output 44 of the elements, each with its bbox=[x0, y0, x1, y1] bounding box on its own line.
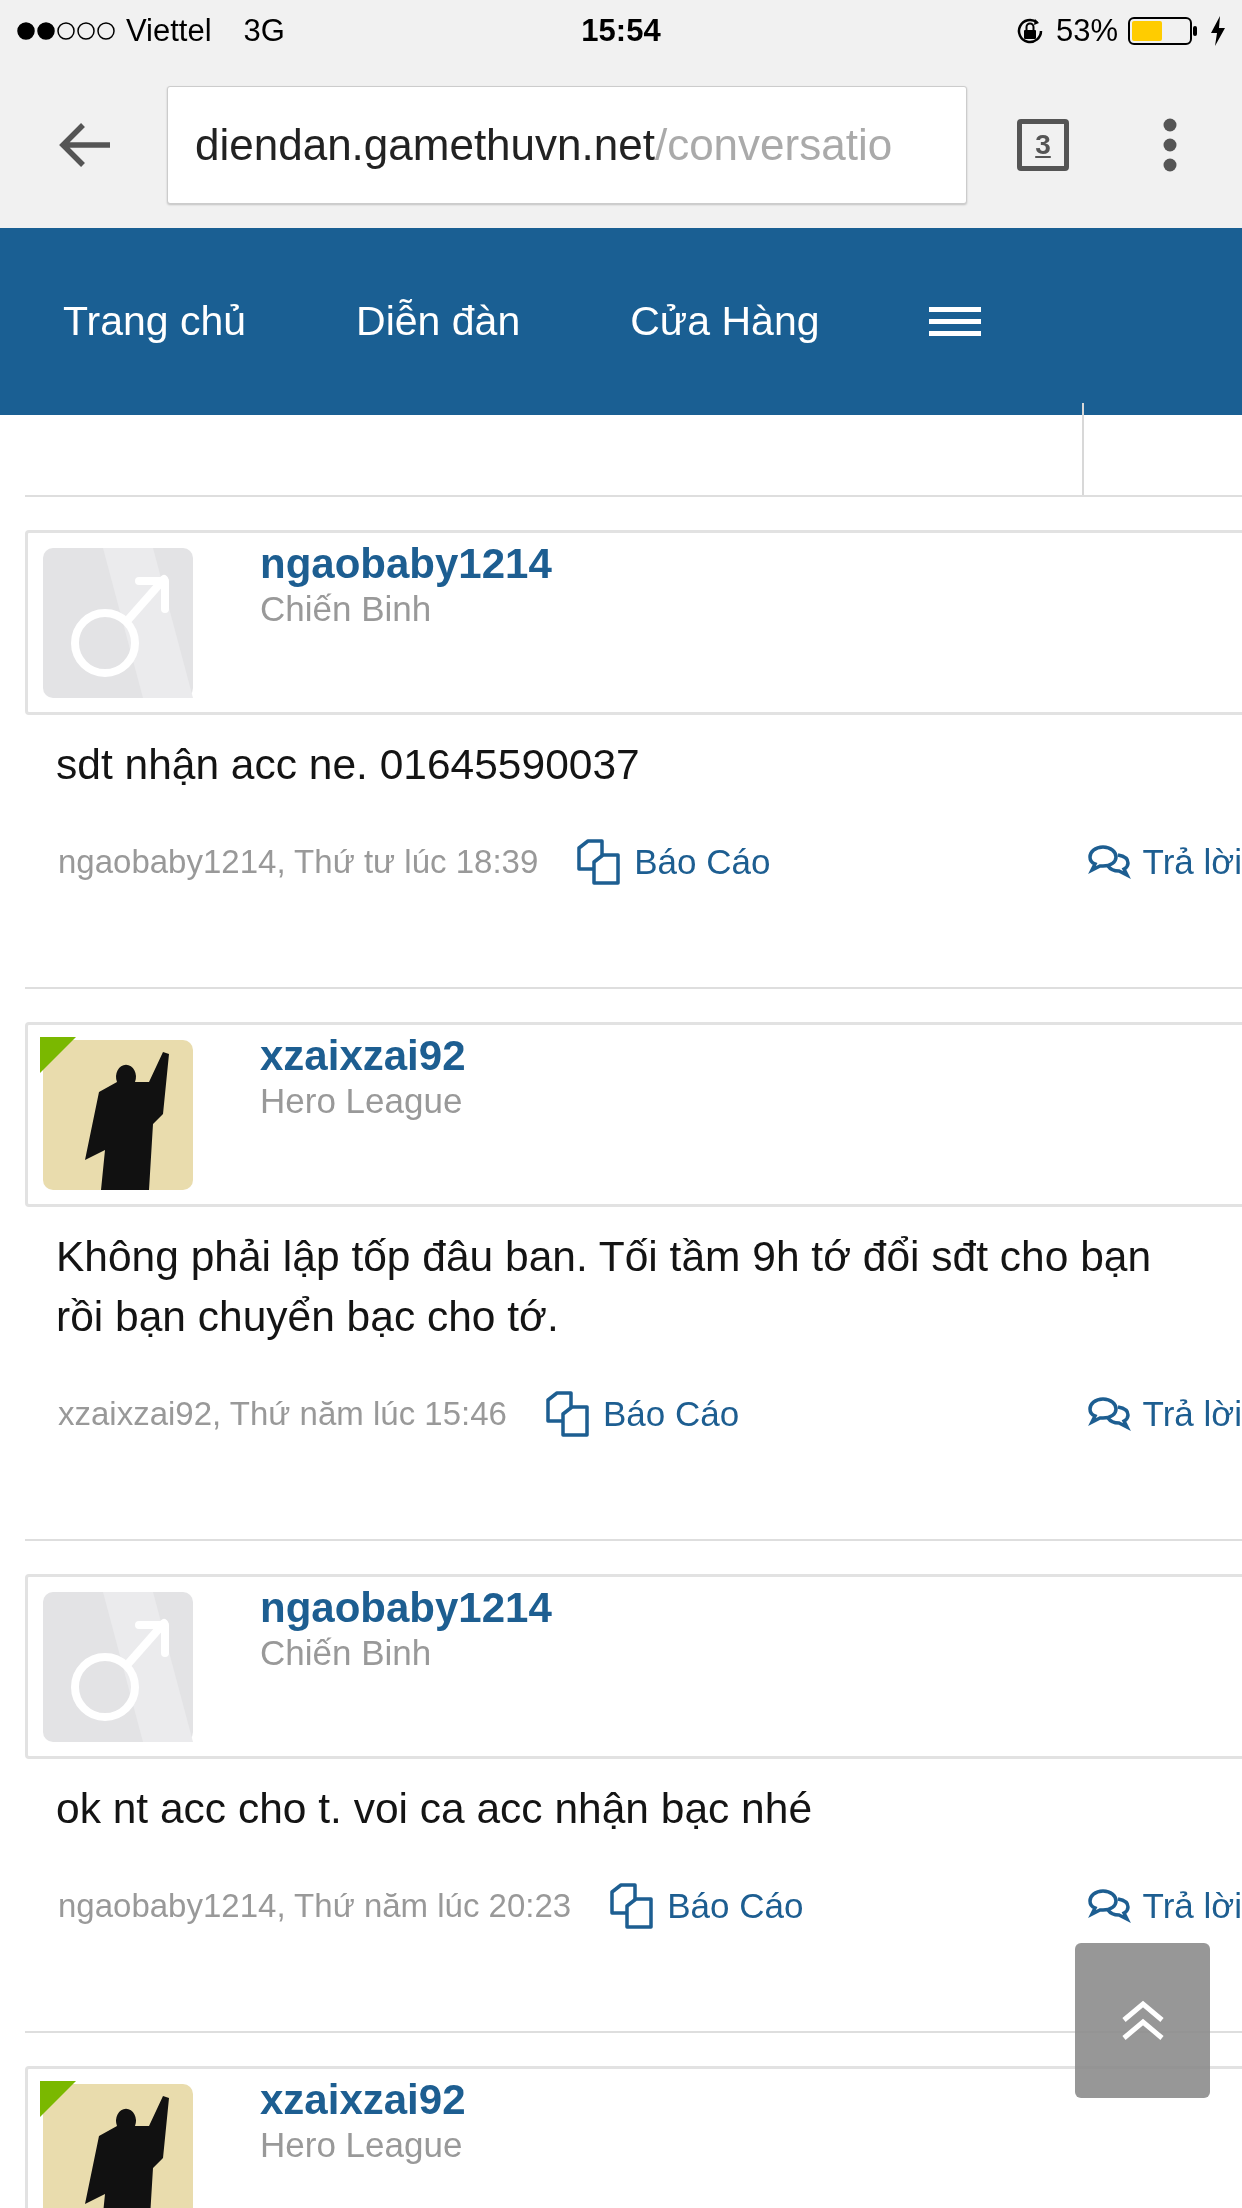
speech-bubbles-icon bbox=[1086, 844, 1131, 880]
username-link[interactable]: ngaobaby1214 bbox=[260, 1584, 552, 1632]
documents-icon bbox=[609, 1883, 656, 1929]
reply-link[interactable]: Trả lời bbox=[1142, 842, 1242, 882]
user-rank: Chiến Binh bbox=[260, 1632, 433, 1674]
message-text: ok nt acc cho t. voi ca acc nhận bạc nhé bbox=[56, 1784, 813, 1834]
menu-icon[interactable] bbox=[929, 306, 982, 337]
user-rank: Chiến Binh bbox=[260, 588, 433, 630]
username-link[interactable]: xzaixzai92 bbox=[260, 2076, 466, 2124]
report-link[interactable]: Báo Cáo bbox=[667, 1886, 804, 1926]
report-link[interactable]: Báo Cáo bbox=[634, 842, 771, 882]
post-meta: xzaixzai92, Thứ năm lúc 15:46 bbox=[58, 1395, 507, 1433]
nav-link[interactable]: Diễn đàn bbox=[356, 298, 521, 345]
speech-bubbles-icon bbox=[1086, 1888, 1131, 1924]
message-text: Không phải lập tốp đâu ban. Tối tầm 9h tớ đổi sđt cho bạn rồi bạn chuyển bạc cho tớ. bbox=[56, 1232, 1153, 1342]
documents-icon bbox=[576, 839, 623, 885]
carrier-name: Viettel bbox=[126, 13, 212, 49]
nav-link[interactable]: Cửa Hàng bbox=[630, 298, 820, 345]
reply-link[interactable]: Trả lời bbox=[1142, 1886, 1242, 1926]
post-meta: ngaobaby1214, Thứ năm lúc 20:23 bbox=[58, 1887, 572, 1925]
scroll-top-button[interactable] bbox=[1075, 1943, 1210, 2098]
clock-time: 15:54 bbox=[581, 13, 661, 49]
message-text: sdt nhận acc ne. 01645590037 bbox=[56, 740, 641, 790]
user-rank: Hero League bbox=[260, 1080, 464, 1122]
username-link[interactable]: ngaobaby1214 bbox=[260, 540, 552, 588]
reply-link[interactable]: Trả lời bbox=[1142, 1394, 1242, 1434]
network-type: 3G bbox=[243, 13, 285, 49]
post-meta: ngaobaby1214, Thứ tư lúc 18:39 bbox=[58, 843, 539, 881]
username-link[interactable]: xzaixzai92 bbox=[260, 1032, 466, 1080]
speech-bubbles-icon bbox=[1086, 1396, 1131, 1432]
battery-percent: 53% bbox=[1055, 13, 1118, 49]
address-bar[interactable]: diendan.gamethuvn.net/conversatio bbox=[167, 86, 967, 204]
back-arrow-icon[interactable] bbox=[58, 122, 112, 168]
nav-link[interactable]: Trang chủ bbox=[63, 298, 247, 345]
report-link[interactable]: Báo Cáo bbox=[602, 1394, 740, 1434]
signal-dots-icon bbox=[16, 21, 116, 41]
battery-icon bbox=[1128, 16, 1200, 46]
charging-bolt-icon bbox=[1210, 16, 1226, 46]
online-corner-marker bbox=[40, 2081, 76, 2117]
documents-icon bbox=[544, 1391, 591, 1437]
online-corner-marker bbox=[40, 1037, 76, 1073]
tab-count-button[interactable]: 3 bbox=[1017, 119, 1069, 171]
more-menu-icon[interactable] bbox=[1162, 117, 1178, 173]
user-rank: Hero League bbox=[260, 2124, 464, 2166]
